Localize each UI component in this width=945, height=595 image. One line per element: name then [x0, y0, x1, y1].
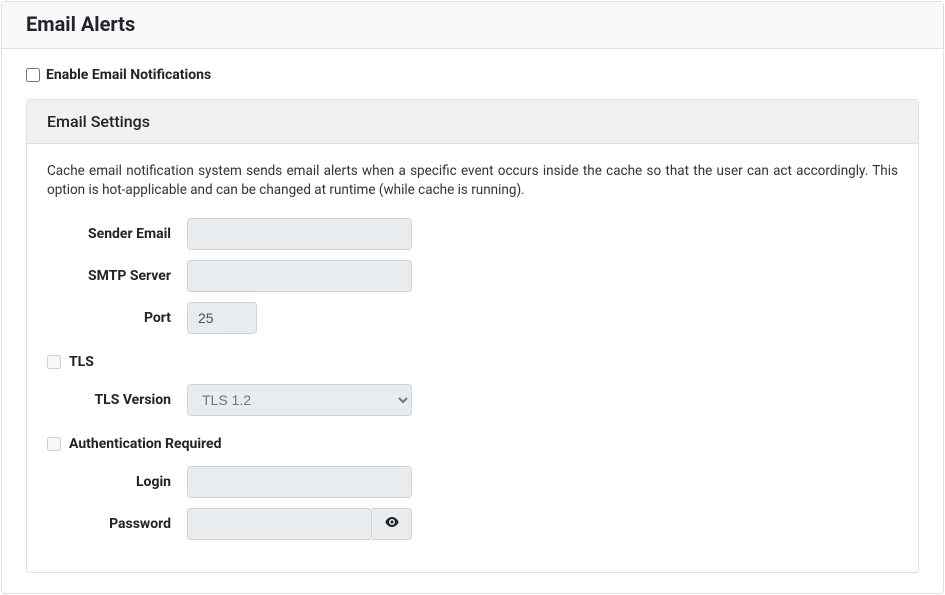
tls-version-label: TLS Version	[47, 392, 187, 408]
panel-header: Email Alerts	[2, 2, 943, 49]
page-title: Email Alerts	[26, 12, 919, 36]
auth-required-label[interactable]: Authentication Required	[69, 436, 221, 452]
port-label: Port	[47, 310, 187, 326]
password-label: Password	[47, 516, 187, 532]
login-label: Login	[47, 474, 187, 490]
tls-label[interactable]: TLS	[69, 354, 94, 370]
settings-description: Cache email notification system sends em…	[47, 162, 898, 200]
enable-email-label[interactable]: Enable Email Notifications	[46, 67, 211, 83]
tls-checkbox[interactable]	[47, 355, 61, 369]
login-input[interactable]	[187, 466, 412, 498]
eye-icon	[384, 514, 400, 533]
email-settings-panel: Email Settings Cache email notification …	[26, 99, 919, 573]
email-settings-header: Email Settings	[27, 100, 918, 144]
panel-body: Enable Email Notifications Email Setting…	[2, 49, 943, 593]
smtp-server-label: SMTP Server	[47, 268, 187, 284]
sender-email-input[interactable]	[187, 218, 412, 250]
email-settings-body: Cache email notification system sends em…	[27, 144, 918, 572]
toggle-password-button[interactable]	[372, 508, 412, 540]
email-settings-title: Email Settings	[47, 112, 898, 131]
enable-email-checkbox[interactable]	[26, 68, 40, 82]
password-input[interactable]	[187, 508, 372, 540]
smtp-server-input[interactable]	[187, 260, 412, 292]
tls-version-select[interactable]: TLS 1.2	[187, 384, 412, 416]
sender-email-label: Sender Email	[47, 226, 187, 242]
port-input[interactable]	[187, 302, 257, 334]
auth-required-checkbox[interactable]	[47, 437, 61, 451]
email-alerts-panel: Email Alerts Enable Email Notifications …	[1, 1, 944, 594]
